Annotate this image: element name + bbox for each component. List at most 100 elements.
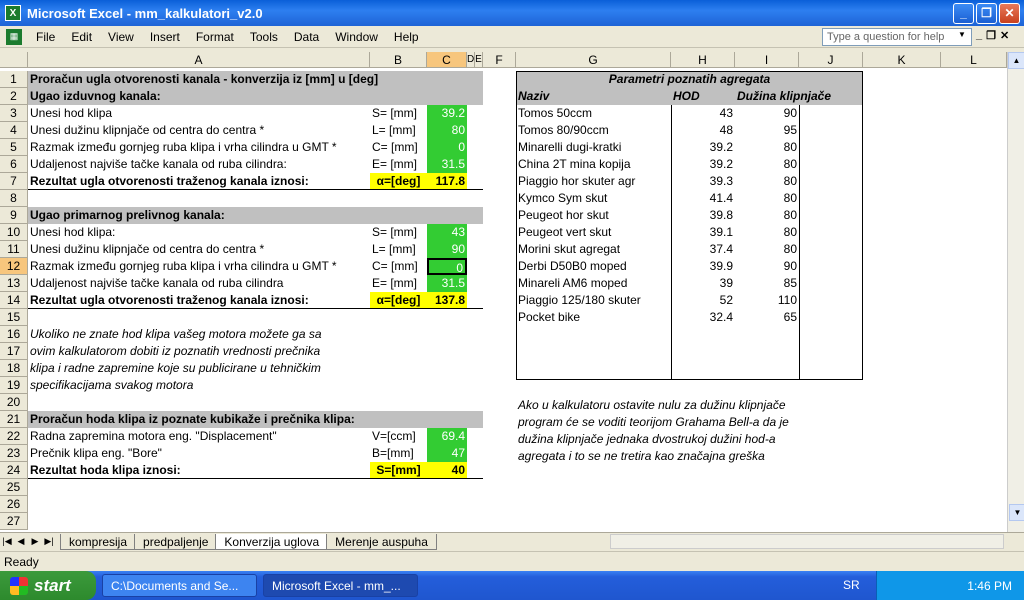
col-header-i[interactable]: I <box>735 52 799 68</box>
row-header[interactable]: 14 <box>0 292 28 309</box>
row-header[interactable]: 8 <box>0 190 28 207</box>
row-header[interactable]: 15 <box>0 309 28 326</box>
row-header[interactable]: 18 <box>0 360 28 377</box>
row-header[interactable]: 10 <box>0 224 28 241</box>
col-header-l[interactable]: L <box>941 52 1007 68</box>
row-header[interactable]: 5 <box>0 139 28 156</box>
row-header[interactable]: 1 <box>0 71 28 88</box>
ask-dropdown-icon[interactable]: ▼ <box>958 30 966 39</box>
row-header[interactable]: 20 <box>0 394 28 411</box>
menu-edit[interactable]: Edit <box>63 30 100 44</box>
first-sheet-icon[interactable]: |◀ <box>0 536 14 547</box>
ask-question-input[interactable]: Type a question for help <box>822 28 972 46</box>
minimize-button[interactable]: _ <box>953 2 974 24</box>
input-displacement[interactable]: 69.4 <box>427 428 467 445</box>
last-sheet-icon[interactable]: ▶| <box>42 536 56 547</box>
result-unit: S=[mm] <box>370 462 427 479</box>
input-rod[interactable]: 90 <box>427 241 467 258</box>
maximize-button[interactable]: ❐ <box>976 2 997 24</box>
menu-tools[interactable]: Tools <box>242 30 286 44</box>
workbook-restore-button[interactable]: ❐ <box>986 29 996 42</box>
input-port-height[interactable]: 31.5 <box>427 156 467 173</box>
divider <box>28 478 483 479</box>
language-indicator[interactable]: SR <box>843 578 860 592</box>
col-header-g[interactable]: G <box>516 52 671 68</box>
taskbar-excel-button[interactable]: Microsoft Excel - mm_... <box>263 574 418 597</box>
unit-port-height: E= [mm] <box>372 157 418 171</box>
result-unit: α=[deg] <box>370 292 427 309</box>
spreadsheet-grid[interactable]: A B C D E F G H I J K L 1 2 3 4 5 6 7 8 … <box>0 52 1024 532</box>
row-header[interactable]: 21 <box>0 411 28 428</box>
row-header[interactable]: 16 <box>0 326 28 343</box>
col-header-c[interactable]: C <box>427 52 467 68</box>
menu-window[interactable]: Window <box>327 30 386 44</box>
col-header-a[interactable]: A <box>28 52 370 68</box>
tab-kompresija[interactable]: kompresija <box>60 533 137 550</box>
input-stroke[interactable]: 43 <box>427 224 467 241</box>
row-header[interactable]: 12 <box>0 258 28 275</box>
col-header-j[interactable]: J <box>799 52 863 68</box>
menu-view[interactable]: View <box>100 30 142 44</box>
tab-predpaljenje[interactable]: predpaljenje <box>134 533 218 550</box>
menu-format[interactable]: Format <box>188 30 242 44</box>
prev-sheet-icon[interactable]: ◀ <box>14 536 28 547</box>
input-bore[interactable]: 47 <box>427 445 467 462</box>
input-deck[interactable]: 0 <box>427 139 467 156</box>
menu-insert[interactable]: Insert <box>142 30 188 44</box>
col-header-h[interactable]: H <box>671 52 735 68</box>
menu-data[interactable]: Data <box>286 30 327 44</box>
row-header[interactable]: 13 <box>0 275 28 292</box>
col-header-f[interactable]: F <box>483 52 516 68</box>
workbook-icon[interactable]: ▦ <box>6 28 22 45</box>
col-header-d[interactable]: D <box>467 52 475 68</box>
result-exhaust-angle[interactable]: 117.8 <box>427 173 467 190</box>
unit-stroke: S= [mm] <box>372 106 418 120</box>
col-header-k[interactable]: K <box>863 52 941 68</box>
close-button[interactable]: ✕ <box>999 2 1020 24</box>
agregati-table-border <box>516 71 863 380</box>
vertical-scrollbar[interactable]: ▲ ▼ <box>1007 52 1024 532</box>
row-header[interactable]: 17 <box>0 343 28 360</box>
next-sheet-icon[interactable]: ▶ <box>28 536 42 547</box>
select-all-corner[interactable] <box>0 52 28 68</box>
title-bar: X Microsoft Excel - mm_kalkulatori_v2.0 … <box>0 0 1024 26</box>
info-text: klipa i radne zapremine koje su publicir… <box>30 361 321 375</box>
tab-konverzija-uglova[interactable]: Konverzija uglova <box>215 533 329 550</box>
col-header-e[interactable]: E <box>475 52 483 68</box>
row-header[interactable]: 2 <box>0 88 28 105</box>
row-header[interactable]: 9 <box>0 207 28 224</box>
row-header[interactable]: 23 <box>0 445 28 462</box>
result-stroke[interactable]: 40 <box>427 462 467 479</box>
row-header[interactable]: 26 <box>0 496 28 513</box>
row-header[interactable]: 22 <box>0 428 28 445</box>
input-stroke[interactable]: 39.2 <box>427 105 467 122</box>
row-header[interactable]: 3 <box>0 105 28 122</box>
result-label: Rezultat ugla otvorenosti traženog kanal… <box>30 293 309 307</box>
start-button[interactable]: start <box>0 571 96 600</box>
excel-icon[interactable]: X <box>5 5 21 21</box>
row-header[interactable]: 27 <box>0 513 28 530</box>
clock[interactable]: 1:46 PM <box>967 579 1012 593</box>
col-header-b[interactable]: B <box>370 52 427 68</box>
row-header[interactable]: 7 <box>0 173 28 190</box>
result-transfer-angle[interactable]: 137.8 <box>427 292 467 309</box>
row-header[interactable]: 6 <box>0 156 28 173</box>
menu-help[interactable]: Help <box>386 30 427 44</box>
scroll-down-icon[interactable]: ▼ <box>1009 504 1024 521</box>
row-header[interactable]: 19 <box>0 377 28 394</box>
input-rod[interactable]: 80 <box>427 122 467 139</box>
menu-file[interactable]: File <box>28 30 63 44</box>
tab-merenje-auspuha[interactable]: Merenje auspuha <box>326 533 437 550</box>
row-header[interactable]: 24 <box>0 462 28 479</box>
workbook-minimize-button[interactable]: _ <box>976 29 982 42</box>
divider <box>799 105 800 380</box>
row-header[interactable]: 4 <box>0 122 28 139</box>
scroll-up-icon[interactable]: ▲ <box>1008 52 1024 69</box>
row-header[interactable]: 11 <box>0 241 28 258</box>
taskbar-explorer-button[interactable]: C:\Documents and Se... <box>102 574 257 597</box>
input-port-height[interactable]: 31.5 <box>427 275 467 292</box>
horizontal-scrollbar[interactable] <box>610 534 1004 549</box>
workbook-close-button[interactable]: ✕ <box>1000 29 1009 42</box>
input-deck-selected[interactable]: 0 <box>427 258 467 275</box>
row-header[interactable]: 25 <box>0 479 28 496</box>
